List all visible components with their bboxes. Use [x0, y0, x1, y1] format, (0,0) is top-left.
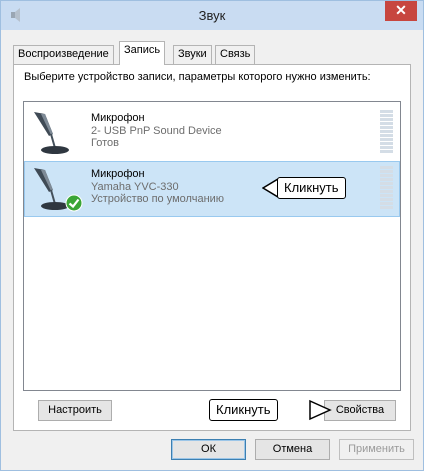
- microphone-icon: [34, 112, 69, 154]
- callout-pointer: [309, 399, 332, 421]
- device-status: Готов: [91, 137, 119, 149]
- configure-button[interactable]: Настроить: [38, 400, 112, 421]
- device-list[interactable]: Микрофон 2- USB PnP Sound Device Готов М…: [23, 101, 401, 391]
- level-meter: [380, 166, 393, 210]
- click-callout-device: Кликнуть: [277, 177, 346, 199]
- tab-panel-recording: Выберите устройство записи, параметры ко…: [13, 64, 411, 431]
- tab-communications[interactable]: Связь: [215, 45, 256, 64]
- close-button[interactable]: ✕: [385, 1, 417, 21]
- device-item-usb-mic[interactable]: Микрофон 2- USB PnP Sound Device Готов: [25, 106, 399, 160]
- click-callout-properties: Кликнуть: [209, 399, 278, 421]
- device-name: Микрофон: [91, 168, 145, 180]
- level-meter: [380, 110, 393, 154]
- ok-button[interactable]: ОК: [171, 439, 246, 460]
- properties-button[interactable]: Свойства: [324, 400, 396, 421]
- window-title: Звук: [198, 8, 226, 23]
- tab-playback[interactable]: Воспроизведение: [13, 45, 114, 64]
- device-status: Устройство по умолчанию: [91, 193, 225, 205]
- sound-dialog: Звук ✕ Воспроизведение Запись Звуки Связ…: [0, 0, 424, 471]
- tab-sounds[interactable]: Звуки: [173, 45, 212, 64]
- tab-recording[interactable]: Запись: [119, 41, 166, 65]
- device-name: Микрофон: [91, 112, 145, 124]
- cancel-button[interactable]: Отмена: [255, 439, 330, 460]
- device-description: Yamaha YVC-330: [91, 181, 179, 193]
- default-check-icon: [65, 194, 83, 212]
- device-description: 2- USB PnP Sound Device: [91, 125, 222, 137]
- title-bar: Звук ✕: [1, 1, 423, 30]
- instruction-text: Выберите устройство записи, параметры ко…: [24, 71, 371, 83]
- apply-button[interactable]: Применить: [339, 439, 414, 460]
